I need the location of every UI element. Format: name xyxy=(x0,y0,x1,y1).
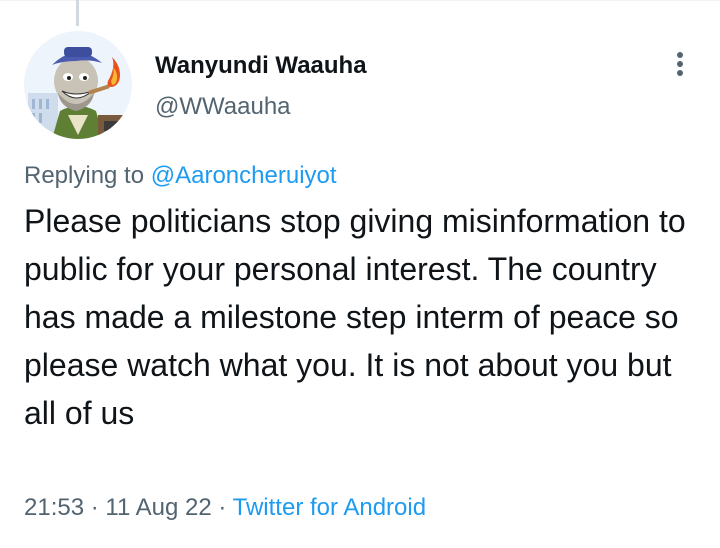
author-display-name[interactable]: Wanyundi Waauha xyxy=(155,50,367,82)
top-divider xyxy=(0,0,720,1)
tweet-time[interactable]: 21:53 xyxy=(24,494,84,521)
replying-to-line: Replying to @Aaroncheruiyot xyxy=(24,160,337,192)
more-dot-icon xyxy=(677,52,683,58)
tweet-source-link[interactable]: Twitter for Android xyxy=(233,494,426,521)
reply-mention-link[interactable]: @Aaroncheruiyot xyxy=(151,162,337,189)
author-block: Wanyundi Waauha @WWaauha xyxy=(155,50,367,123)
meta-separator: · xyxy=(218,494,227,521)
more-dot-icon xyxy=(677,61,683,67)
meta-separator: · xyxy=(90,494,99,521)
tweet-date[interactable]: 11 Aug 22 xyxy=(105,494,211,521)
more-options-button[interactable] xyxy=(664,46,696,82)
thread-connector-line xyxy=(76,0,79,26)
replying-to-label: Replying to xyxy=(24,162,151,189)
tweet-meta: 21:53 · 11 Aug 22 · Twitter for Android xyxy=(24,492,426,524)
tweet-text: Please politicians stop giving misinform… xyxy=(24,203,686,431)
avatar-cartoon-icon xyxy=(24,31,132,139)
author-handle[interactable]: @WWaauha xyxy=(155,91,367,123)
avatar[interactable] xyxy=(24,31,132,139)
more-dot-icon xyxy=(677,70,683,76)
